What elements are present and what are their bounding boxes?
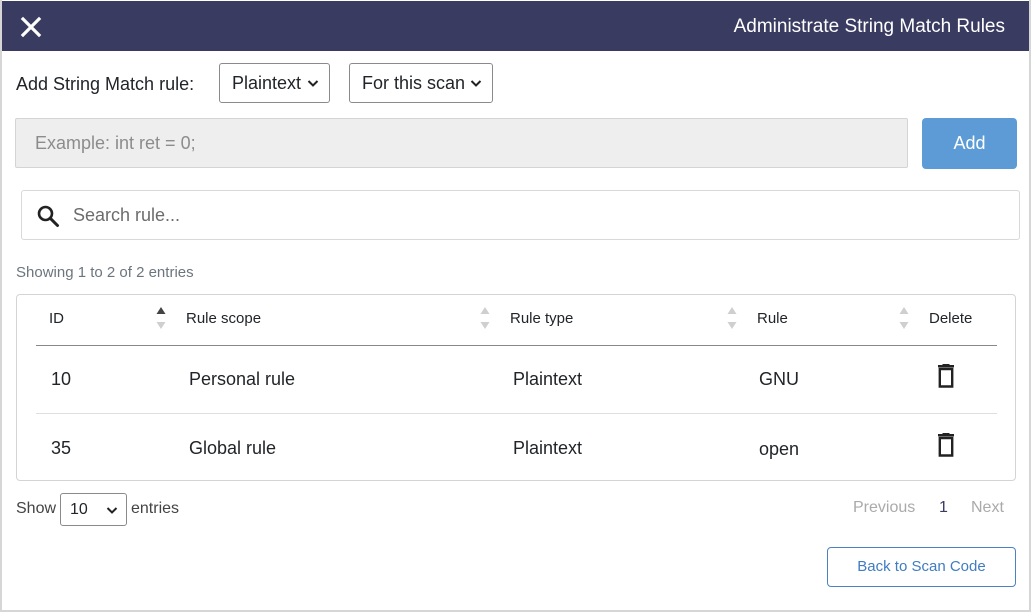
trash-icon[interactable] [936, 433, 956, 457]
add-rule-label: Add String Match rule: [16, 74, 195, 94]
sort-icon[interactable] [727, 307, 737, 331]
chevron-down-icon [470, 80, 482, 87]
pagination-next[interactable]: Next [971, 499, 1004, 517]
row-rule-type: Plaintext [513, 369, 583, 389]
row-rule-type: Plaintext [513, 438, 583, 458]
pagination-page-1[interactable]: 1 [939, 499, 948, 517]
entries-label: entries [131, 500, 180, 517]
page-length-select[interactable]: 10 [60, 493, 127, 526]
back-to-scan-code-button[interactable]: Back to Scan Code [827, 547, 1016, 587]
close-button[interactable] [18, 14, 44, 40]
sort-icon[interactable] [480, 307, 490, 331]
column-header-delete: Delete [929, 310, 973, 327]
sort-icon[interactable] [899, 307, 909, 331]
search-box[interactable]: Search rule... [21, 190, 1020, 240]
column-header-rule-type[interactable]: Rule type [510, 310, 573, 328]
chevron-down-icon [106, 507, 118, 514]
table-row-divider [36, 413, 997, 414]
rule-scope-selected: For this scan [362, 73, 466, 93]
pagination-previous[interactable]: Previous [853, 499, 915, 517]
modal-header: Administrate String Match Rules [2, 1, 1029, 51]
column-header-rule[interactable]: Rule [757, 310, 788, 328]
add-button[interactable]: Add [922, 118, 1017, 169]
row-id: 10 [51, 369, 72, 389]
show-label: Show [16, 500, 57, 517]
table-info: Showing 1 to 2 of 2 entries [16, 264, 194, 281]
row-rule-scope: Global rule [189, 438, 277, 458]
row-rule: open [759, 439, 800, 459]
column-header-rule-scope[interactable]: Rule scope [186, 310, 261, 328]
row-id: 35 [51, 438, 72, 458]
rule-input[interactable]: Example: int ret = 0; [15, 118, 908, 168]
close-icon [20, 16, 42, 38]
page-length-selected: 10 [70, 501, 88, 518]
sort-ascending-icon[interactable] [156, 307, 166, 331]
rule-type-select[interactable]: Plaintext [219, 63, 330, 103]
chevron-down-icon [307, 80, 319, 87]
row-rule-scope: Personal rule [189, 369, 296, 389]
modal-title: Administrate String Match Rules [733, 16, 1005, 37]
row-rule: GNU [759, 369, 799, 389]
rules-table: ID Rule scope Rule type Rule Delete 10 P… [16, 294, 1016, 481]
rule-type-selected: Plaintext [232, 73, 302, 93]
table-header-divider [36, 345, 997, 346]
trash-icon[interactable] [936, 364, 956, 388]
rule-scope-select[interactable]: For this scan [349, 63, 493, 103]
search-icon [37, 205, 59, 227]
column-header-id[interactable]: ID [49, 310, 64, 328]
search-input[interactable]: Search rule... [73, 191, 180, 239]
